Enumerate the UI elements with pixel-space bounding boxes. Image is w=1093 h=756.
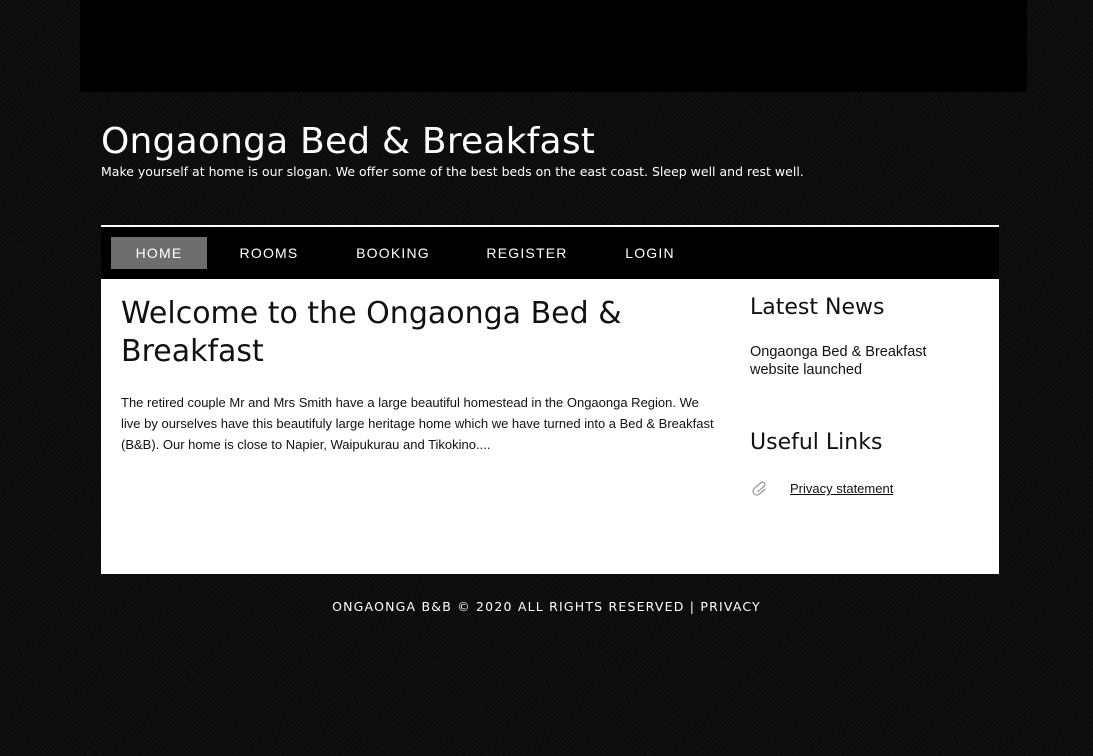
footer-copyright: ONGAONGA B&B © 2020 ALL RIGHTS RESERVED [332, 599, 685, 614]
main-content: Welcome to the Ongaonga Bed & Breakfast … [101, 279, 999, 574]
top-banner [80, 0, 1027, 92]
nav-item-rooms[interactable]: ROOMS [227, 237, 311, 269]
intro-paragraph: The retired couple Mr and Mrs Smith have… [121, 395, 714, 452]
useful-links-heading: Useful Links [750, 430, 883, 455]
footer-privacy-link[interactable]: PRIVACY [700, 599, 761, 614]
nav-item-booking[interactable]: BOOKING [345, 237, 441, 269]
privacy-statement-link[interactable]: Privacy statement [790, 481, 893, 497]
footer-separator: | [689, 599, 696, 614]
main-navigation: HOME ROOMS BOOKING REGISTER LOGIN [101, 227, 999, 279]
latest-news-heading: Latest News [750, 295, 885, 320]
page-title: Welcome to the Ongaonga Bed & Breakfast [121, 296, 622, 369]
paperclip-icon [752, 481, 770, 497]
nav-item-login[interactable]: LOGIN [613, 237, 687, 269]
nav-item-register[interactable]: REGISTER [475, 237, 579, 269]
site-footer: ONGAONGA B&B © 2020 ALL RIGHTS RESERVED … [0, 598, 1093, 616]
news-item[interactable]: Ongaonga Bed & Breakfast website launche… [750, 343, 960, 379]
site-title: Ongaonga Bed & Breakfast [101, 121, 596, 162]
site-slogan: Make yourself at home is our slogan. We … [101, 164, 804, 179]
nav-item-home[interactable]: HOME [111, 237, 207, 269]
